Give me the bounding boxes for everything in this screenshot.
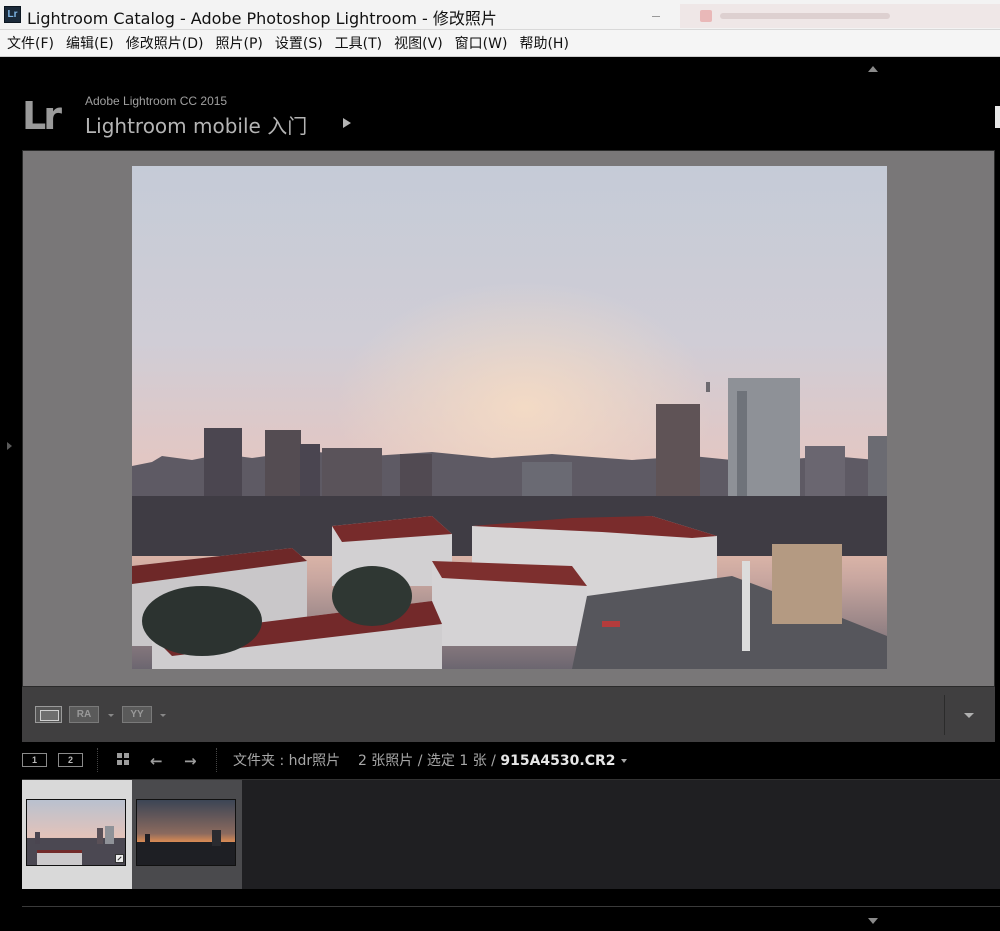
back-arrow-icon[interactable]: ← (150, 752, 163, 770)
right-panel-edge (995, 106, 1000, 128)
loupe-toolbar: RA YY (22, 686, 995, 742)
swap-settings-button[interactable]: YY (122, 706, 152, 723)
menu-tools[interactable]: 工具(T) (335, 33, 382, 53)
filmstrip-divider (97, 748, 98, 772)
source-dropdown-icon[interactable] (620, 759, 627, 763)
edited-badge-icon (115, 854, 124, 863)
blurred-tab-text (720, 13, 890, 19)
menu-develop[interactable]: 修改照片(D) (126, 33, 204, 53)
photo-loupe-view (22, 150, 995, 742)
identity-plate-mobile[interactable]: Lightroom mobile 入门 (85, 110, 307, 139)
before-after-button[interactable]: RA (69, 706, 99, 723)
menu-settings[interactable]: 设置(S) (275, 33, 323, 53)
filmstrip-bottom-border (22, 906, 1000, 907)
bottom-panel-toggle-icon[interactable] (868, 918, 878, 924)
menu-help[interactable]: 帮助(H) (519, 33, 568, 53)
menu-edit[interactable]: 编辑(E) (66, 33, 114, 53)
play-icon[interactable] (343, 118, 351, 128)
toolbar-content-dropdown-icon[interactable] (964, 713, 974, 718)
top-panel-toggle-icon[interactable] (868, 66, 878, 72)
identity-plate-product: Adobe Lightroom CC 2015 (85, 94, 228, 108)
lightroom-app-icon[interactable]: Lr (4, 6, 21, 23)
grid-cell (124, 760, 129, 765)
secondary-display-button[interactable]: 2 (58, 753, 83, 767)
window-title: Lightroom Catalog - Adobe Photoshop Ligh… (27, 9, 497, 28)
menu-window[interactable]: 窗口(W) (455, 33, 508, 53)
window-tab-icon (700, 10, 712, 22)
before-after-dropdown-icon[interactable] (108, 714, 114, 717)
thumbnail-svg (137, 800, 235, 865)
grid-view-icon[interactable] (117, 753, 129, 765)
loupe-view-button[interactable] (35, 706, 62, 723)
swap-settings-dropdown-icon[interactable] (160, 714, 166, 717)
selected-filename: 915A4530.CR2 (500, 753, 616, 769)
cityscape-photo (132, 166, 887, 669)
thumbnail-svg (27, 800, 125, 865)
forward-arrow-icon[interactable]: → (184, 752, 197, 770)
lr-logo: Lr (22, 94, 62, 138)
grid-cell (124, 753, 129, 758)
thumbnail-image (136, 799, 236, 866)
filmstrip (22, 779, 1000, 889)
left-panel-toggle-icon[interactable] (7, 442, 12, 450)
lightroom-workspace: Lr Adobe Lightroom CC 2015 Lightroom mob… (0, 58, 1000, 931)
grid-cell (117, 760, 122, 765)
toolbar-divider (944, 695, 945, 735)
minimize-icon (652, 16, 660, 17)
filmstrip-divider (216, 748, 217, 772)
title-bar: Lr Lightroom Catalog - Adobe Photoshop L… (0, 0, 1000, 30)
folder-label: 文件夹 : hdr照片 (233, 753, 341, 769)
menu-photo[interactable]: 照片(P) (215, 33, 262, 53)
minimize-button[interactable] (640, 4, 670, 26)
filmstrip-header: 1 2 ← → 文件夹 : hdr照片 2 张照片 / 选定 1 张 / 915… (0, 744, 1000, 776)
background-window-tab[interactable] (680, 4, 1000, 28)
photo-count: 2 张照片 / 选定 1 张 / (357, 753, 496, 769)
filmstrip-source-info[interactable]: 文件夹 : hdr照片 2 张照片 / 选定 1 张 / 915A4530.CR… (233, 750, 627, 770)
primary-display-button[interactable]: 1 (22, 753, 47, 767)
menu-view[interactable]: 视图(V) (394, 33, 443, 53)
main-photo (132, 166, 887, 669)
filmstrip-thumbnail-2[interactable] (132, 780, 242, 889)
menu-bar: 文件(F) 编辑(E) 修改照片(D) 照片(P) 设置(S) 工具(T) 视图… (0, 30, 1000, 57)
thumbnail-image (26, 799, 126, 866)
menu-file[interactable]: 文件(F) (7, 33, 54, 53)
grid-cell (117, 753, 122, 758)
filmstrip-thumbnail-1[interactable] (22, 780, 132, 889)
